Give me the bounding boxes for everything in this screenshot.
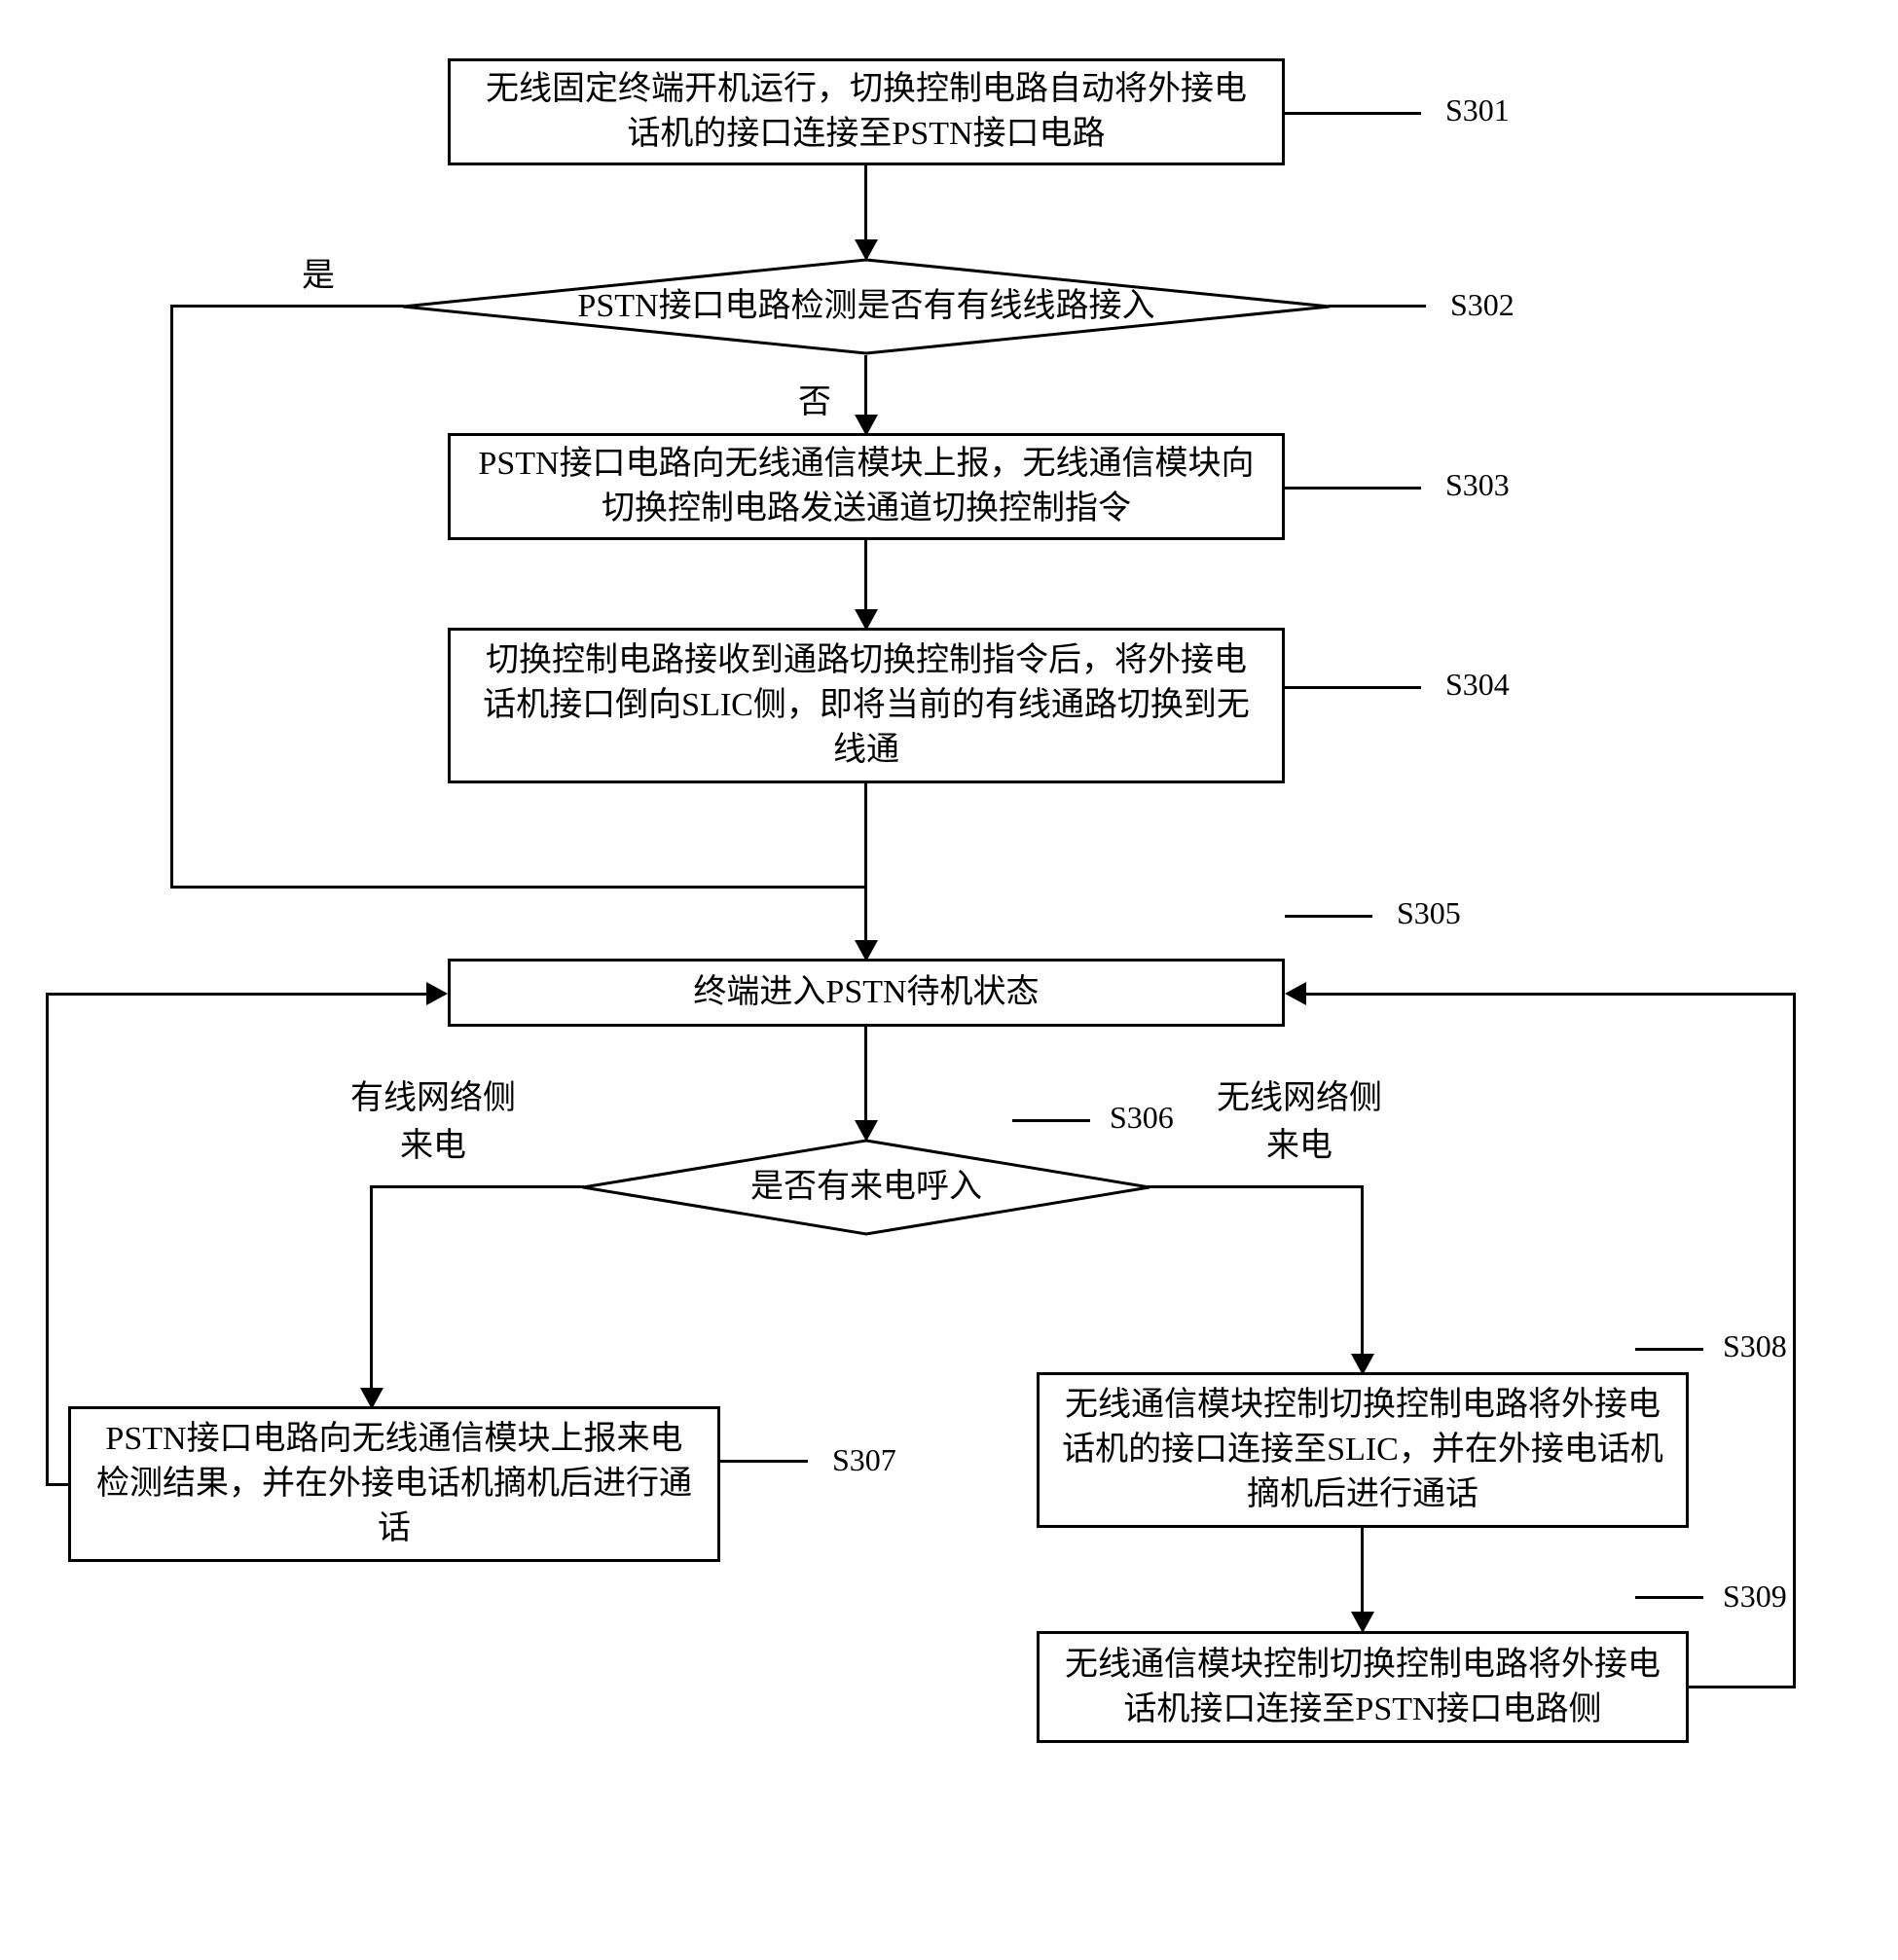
label-s309: S309 — [1723, 1579, 1787, 1615]
label-s303: S303 — [1445, 467, 1510, 503]
label-s307: S307 — [832, 1442, 896, 1478]
edge-s309-back-v — [1793, 993, 1796, 1688]
decision-s306-text: 是否有来电呼入 — [750, 1166, 982, 1209]
leader-s304 — [1285, 686, 1421, 689]
edge-s306-left-h — [370, 1185, 584, 1188]
edge-s307-back-v — [46, 993, 49, 1486]
decision-s302: PSTN接口电路检测是否有有线线路接入 — [399, 258, 1333, 355]
arrowhead — [1285, 982, 1306, 1005]
branch-wired: 有线网络侧来电 — [341, 1071, 526, 1166]
decision-s306: 是否有来电呼入 — [579, 1139, 1153, 1236]
edge-s304-join — [864, 783, 867, 944]
leader-s309 — [1635, 1596, 1703, 1599]
label-s305: S305 — [1397, 895, 1461, 931]
label-s301: S301 — [1445, 92, 1510, 128]
leader-s307 — [720, 1460, 808, 1463]
edge-s306-right-h — [1149, 1185, 1363, 1188]
edge-s302-yes-h2 — [170, 886, 866, 889]
edge-s302-yes-v — [170, 305, 173, 889]
edge-s307-back-h2 — [46, 993, 430, 996]
branch-yes: 是 — [302, 248, 335, 296]
edge-s301-s302 — [864, 165, 867, 243]
edge-s306-right-v — [1361, 1185, 1364, 1356]
label-s306: S306 — [1110, 1100, 1174, 1136]
label-s304: S304 — [1445, 667, 1510, 703]
edge-s307-back-h1 — [46, 1483, 68, 1486]
edge-s309-back-h1 — [1689, 1686, 1796, 1688]
flowchart-canvas: 无线固定终端开机运行，切换控制电路自动将外接电话机的接口连接至PSTN接口电路 … — [39, 39, 1859, 1921]
edge-s302-s303 — [864, 355, 867, 418]
edge-s303-s304 — [864, 540, 867, 613]
edge-s302-yes-h — [170, 305, 404, 308]
label-s302: S302 — [1450, 287, 1515, 323]
step-s309: 无线通信模块控制切换控制电路将外接电话机接口连接至PSTN接口电路侧 — [1037, 1631, 1689, 1743]
leader-s301 — [1285, 112, 1421, 115]
step-s307: PSTN接口电路向无线通信模块上报来电检测结果，并在外接电话机摘机后进行通话 — [68, 1406, 720, 1562]
decision-s302-text: PSTN接口电路检测是否有有线线路接入 — [577, 285, 1154, 328]
edge-s309-back-h2 — [1302, 993, 1796, 996]
leader-s302 — [1329, 305, 1426, 308]
step-s308: 无线通信模块控制切换控制电路将外接电话机的接口连接至SLIC，并在外接电话机摘机… — [1037, 1372, 1689, 1528]
step-s304: 切换控制电路接收到通路切换控制指令后，将外接电话机接口倒向SLIC侧，即将当前的… — [448, 628, 1285, 783]
leader-s303 — [1285, 487, 1421, 490]
branch-no: 否 — [798, 375, 831, 422]
branch-wireless: 无线网络侧来电 — [1207, 1071, 1392, 1166]
edge-s306-left-v — [370, 1185, 373, 1390]
arrowhead — [426, 982, 448, 1005]
edge-s308-s309 — [1361, 1528, 1364, 1615]
label-s308: S308 — [1723, 1328, 1787, 1364]
leader-s308 — [1635, 1348, 1703, 1351]
step-s305: 终端进入PSTN待机状态 — [448, 959, 1285, 1027]
arrowhead — [1351, 1612, 1374, 1633]
step-s301: 无线固定终端开机运行，切换控制电路自动将外接电话机的接口连接至PSTN接口电路 — [448, 58, 1285, 165]
leader-s306 — [1012, 1119, 1090, 1122]
edge-s305-s306 — [864, 1027, 867, 1124]
leader-s305 — [1285, 915, 1372, 918]
step-s303: PSTN接口电路向无线通信模块上报，无线通信模块向切换控制电路发送通道切换控制指… — [448, 433, 1285, 540]
